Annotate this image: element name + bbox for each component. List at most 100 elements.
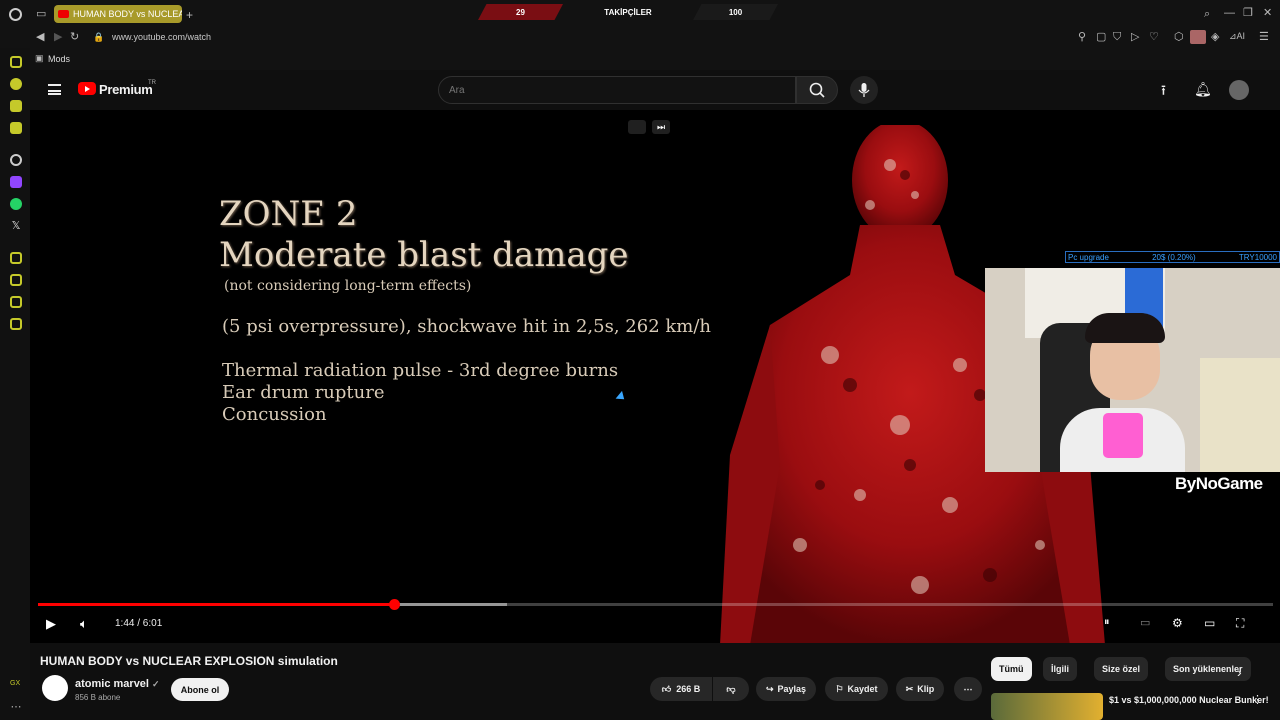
progress-bar[interactable] <box>38 599 1273 610</box>
account-avatar[interactable] <box>1229 80 1249 100</box>
forward-icon[interactable]: ▶ <box>54 32 62 43</box>
search-button[interactable] <box>796 76 838 104</box>
restore-icon[interactable]: ❐ <box>1243 8 1253 19</box>
more-icon: ⋯ <box>963 683 973 694</box>
settings-icon[interactable] <box>10 318 22 330</box>
settings-gear-icon[interactable]: ⚙ <box>1172 616 1183 630</box>
like-button[interactable]: 👍︎ 266 B <box>650 677 712 701</box>
menu-icon[interactable] <box>48 84 61 95</box>
youtube-logo-icon[interactable] <box>78 82 96 95</box>
follower-target: 100 <box>693 4 778 20</box>
whatsapp-icon[interactable] <box>10 198 22 210</box>
chip-all[interactable]: Tümü <box>991 657 1032 681</box>
share-button[interactable]: ↪ Paylaş <box>756 677 816 701</box>
donation-goal-target: TRY10000 <box>1238 252 1277 262</box>
chatgpt-icon[interactable] <box>10 154 22 166</box>
scrubber-handle[interactable] <box>388 599 400 610</box>
snapshot-icon[interactable]: ▢ <box>1096 32 1106 43</box>
shield-icon[interactable]: ⛉ <box>1113 32 1121 43</box>
search-icon <box>809 82 825 98</box>
back-icon[interactable]: ◀ <box>36 32 44 43</box>
sidebar-app-icon[interactable] <box>10 100 22 112</box>
recommendation-thumbnail[interactable] <box>991 693 1103 720</box>
more-icon[interactable]: ⋯ <box>10 700 22 713</box>
video-player[interactable]: ⏭ ZONE 2 Moderate blast damage (not cons… <box>30 110 1280 643</box>
channel-watermark: ByNoGame <box>1175 474 1263 493</box>
youtube-header: Premium TR ⭱ 🔔︎ <box>30 70 1280 110</box>
search-tabs-icon[interactable]: ⌕ <box>1204 9 1210 20</box>
channel-name[interactable]: atomic marvel ✓ <box>75 678 160 690</box>
donation-goal-progress: 20$ (0.20%) <box>1152 252 1196 262</box>
chevron-right-icon[interactable]: › <box>1237 665 1242 679</box>
new-tab-icon[interactable]: + <box>186 9 193 21</box>
microphone <box>1103 413 1143 458</box>
vpn-icon[interactable]: ◈ <box>1211 32 1219 43</box>
opera-logo-icon[interactable] <box>9 8 22 21</box>
share-label: Paylaş <box>777 684 807 694</box>
recommendation-title[interactable]: $1 vs $1,000,000,000 Nuclear Bunker! <box>1109 694 1269 707</box>
share-icon: ↪ <box>765 683 774 694</box>
x-icon[interactable]: 𝕏 <box>10 220 22 232</box>
microphone-icon <box>858 83 870 97</box>
miniplayer-icon[interactable] <box>628 120 646 134</box>
url-field[interactable]: www.youtube.com/watch <box>112 32 211 42</box>
tab-title: HUMAN BODY vs NUCLEAR <box>73 9 182 19</box>
youtube-logo-text[interactable]: Premium <box>99 82 153 97</box>
verified-icon: ✓ <box>152 679 160 689</box>
subscriber-count: 856 B abone <box>75 693 121 702</box>
sidebar-app-icon[interactable] <box>10 252 22 264</box>
minimize-icon[interactable]: — <box>1224 8 1235 19</box>
sidebar-app-icon[interactable] <box>10 78 22 90</box>
sidebar-app-icon[interactable] <box>10 122 22 134</box>
ai-icon[interactable]: ⊿AI <box>1229 32 1245 41</box>
profile-avatar[interactable] <box>1190 30 1206 44</box>
browser-tab[interactable]: HUMAN BODY vs NUCLEAR <box>54 5 182 23</box>
menu-icon[interactable]: ☰ <box>1259 32 1269 43</box>
pin-icon[interactable]: ⚲ <box>1078 32 1086 43</box>
slide-line: (5 psi overpressure), shockwave hit in 2… <box>222 316 711 337</box>
browser-title-bar: ▭ HUMAN BODY vs NUCLEAR + 29 TAKİPÇİLER … <box>0 0 1280 28</box>
subscribe-button[interactable]: Abone ol <box>171 678 229 701</box>
close-icon[interactable]: ✕ <box>1263 8 1272 19</box>
recommendation-menu-icon[interactable]: ⋮ <box>1252 695 1263 706</box>
volume-icon[interactable]: 🔈︎ <box>80 616 88 632</box>
voice-search-button[interactable] <box>850 76 878 104</box>
skip-next-icon[interactable]: ⏭ <box>652 120 670 134</box>
tab-overview-icon[interactable]: ▭ <box>36 9 46 20</box>
dislike-button[interactable]: 👎︎ <box>713 677 749 701</box>
sidebar-app-icon[interactable] <box>10 274 22 286</box>
chip-for-you[interactable]: Size özel <box>1094 657 1149 681</box>
slide-bullet: Concussion <box>222 404 327 425</box>
play-button[interactable]: ▶ <box>46 616 56 632</box>
played-bar <box>38 603 394 606</box>
bookmark-mods[interactable]: Mods <box>48 54 70 64</box>
slide-title-line2: Moderate blast damage <box>219 235 629 275</box>
subtitles-icon[interactable]: ▭ <box>1140 616 1150 629</box>
folder-icon: ▣ <box>35 53 44 63</box>
dislike-icon: 👎︎ <box>726 683 736 694</box>
extension-icon[interactable]: ⬡ <box>1174 32 1184 43</box>
clip-label: Klip <box>917 684 935 694</box>
search-input[interactable] <box>438 76 796 104</box>
more-actions-button[interactable]: ⋯ <box>954 677 982 701</box>
fullscreen-icon[interactable]: ⛶ <box>1236 616 1244 631</box>
reload-icon[interactable]: ↻ <box>70 32 79 43</box>
play-icon[interactable]: ▷ <box>1131 32 1139 43</box>
heart-icon[interactable]: ♡ <box>1149 32 1159 43</box>
autoplay-toggle[interactable]: ⏸ <box>1104 616 1110 629</box>
slide-title-line1: ZONE 2 <box>219 194 358 234</box>
chip-related[interactable]: İlgili <box>1043 657 1077 681</box>
like-icon: 👍︎ <box>661 683 672 694</box>
twitch-icon[interactable] <box>10 176 22 188</box>
channel-avatar[interactable] <box>42 675 68 701</box>
slide-bullets: Thermal radiation pulse - 3rd degree bur… <box>222 360 618 426</box>
aria-icon[interactable] <box>10 56 22 68</box>
follower-current: 29 <box>478 4 563 20</box>
clip-button[interactable]: ✂ Klip <box>896 677 944 701</box>
notifications-bell-icon[interactable]: 🔔︎ <box>1194 82 1212 96</box>
gx-icon[interactable]: GX <box>10 680 22 692</box>
upload-icon[interactable]: ⭱ <box>1161 83 1166 97</box>
sidebar-app-icon[interactable] <box>10 296 22 308</box>
theater-mode-icon[interactable]: ▭ <box>1204 616 1215 630</box>
save-button[interactable]: ⚐ Kaydet <box>825 677 888 701</box>
